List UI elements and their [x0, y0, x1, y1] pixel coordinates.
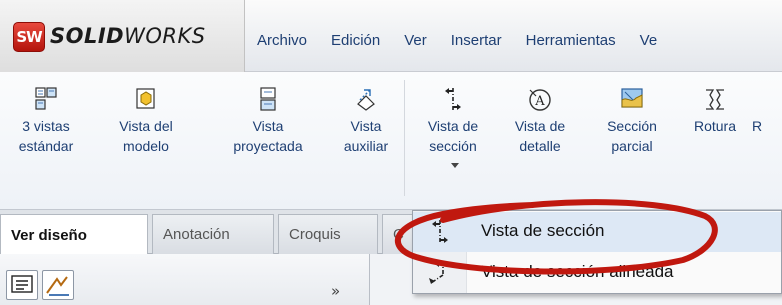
feature-manager-panel: »: [0, 254, 370, 305]
section-view-dropdown-arrow-icon[interactable]: [451, 163, 459, 168]
menu-items: Archivo Edición Ver Insertar Herramienta…: [245, 0, 669, 72]
tab-ver-diseno[interactable]: Ver diseño: [0, 214, 148, 255]
model-view-icon: [133, 84, 159, 114]
property-manager-icon[interactable]: [42, 270, 74, 300]
solidworks-logo[interactable]: SW SOLIDWORKS: [0, 0, 245, 72]
aligned-section-view-icon: [425, 258, 455, 288]
menu-ventana-partial[interactable]: Ve: [628, 32, 670, 49]
flyout-item-section-view[interactable]: Vista de sección: [413, 212, 781, 252]
logo-text: SOLIDWORKS: [50, 24, 206, 48]
model-view-button[interactable]: Vista del modelo: [96, 72, 196, 202]
broken-out-section-icon: [619, 84, 645, 114]
auxiliary-view-icon: [353, 84, 379, 114]
detail-view-icon: A: [527, 84, 553, 114]
break-label: Rotura: [693, 118, 737, 134]
command-manager-toolbar: 3 vistas estándar Vista del modelo Vista…: [0, 72, 782, 210]
section-view-icon: [425, 217, 455, 247]
flyout-item-label: Vista de sección: [481, 221, 605, 240]
projected-view-button[interactable]: Vista proyectada: [208, 72, 328, 202]
crop-button-partial[interactable]: R: [752, 72, 782, 202]
projected-view-icon: [255, 84, 281, 114]
flyout-item-label: Vista de sección alineada: [481, 262, 674, 281]
section-view-flyout-menu: Vista de sección Vista de sección alinea…: [412, 210, 782, 294]
detail-view-label: Vista de detalle: [514, 118, 566, 154]
three-views-icon: [33, 84, 59, 114]
tab-partial[interactable]: C: [382, 214, 416, 254]
projected-view-label: Vista proyectada: [233, 118, 303, 154]
model-view-label: Vista del modelo: [119, 118, 173, 154]
break-icon: [702, 84, 728, 114]
break-button[interactable]: Rotura: [680, 72, 750, 202]
flyout-item-aligned-section-view[interactable]: Vista de sección alineada: [413, 253, 781, 293]
broken-out-section-label: Sección parcial: [607, 118, 657, 154]
menu-herramientas[interactable]: Herramientas: [514, 32, 628, 49]
section-view-button[interactable]: Vista de sección: [408, 72, 498, 202]
section-view-label: Vista de sección: [427, 118, 479, 154]
svg-text:A: A: [534, 94, 545, 109]
tab-croquis[interactable]: Croquis: [278, 214, 378, 254]
auxiliary-view-button[interactable]: Vista auxiliar: [333, 72, 399, 202]
auxiliary-view-label: Vista auxiliar: [343, 118, 389, 154]
three-views-button[interactable]: 3 vistas estándar: [4, 72, 88, 202]
solidworks-badge-icon: SW: [13, 22, 45, 52]
tab-anotacion[interactable]: Anotación: [152, 214, 274, 254]
menu-edicion[interactable]: Edición: [319, 32, 392, 49]
menu-bar: SW SOLIDWORKS Archivo Edición Ver Insert…: [0, 0, 782, 72]
detail-view-button[interactable]: A Vista de detalle: [500, 72, 580, 202]
panel-expand-chevron-icon[interactable]: »: [331, 282, 340, 300]
menu-ver[interactable]: Ver: [392, 32, 439, 49]
broken-out-section-button[interactable]: Sección parcial: [592, 72, 672, 202]
menu-insertar[interactable]: Insertar: [439, 32, 514, 49]
section-view-icon: [440, 84, 466, 114]
feature-tree-icon[interactable]: [6, 270, 38, 300]
menu-archivo[interactable]: Archivo: [245, 32, 319, 49]
three-views-label: 3 vistas estándar: [18, 118, 74, 154]
toolbar-separator: [404, 80, 405, 196]
crop-label: R: [752, 118, 763, 134]
crop-icon: [752, 84, 778, 114]
